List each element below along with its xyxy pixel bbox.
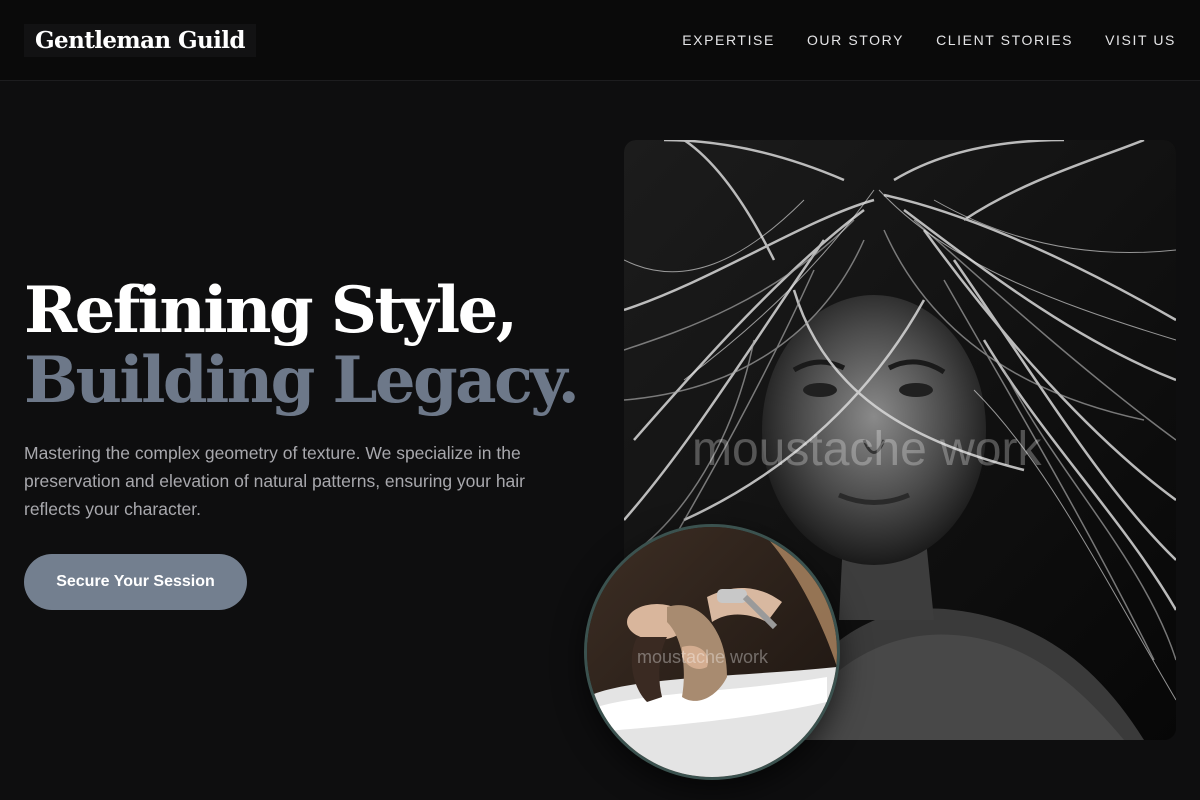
nav-link-our-story[interactable]: OUR STORY bbox=[807, 31, 904, 49]
hair-wash-image: moustache work bbox=[584, 524, 840, 780]
secure-session-button[interactable]: Secure Your Session bbox=[24, 554, 247, 610]
brand-logo[interactable]: Gentleman Guild bbox=[24, 24, 256, 57]
headline-line-2: Building Legacy. bbox=[24, 343, 580, 418]
hero-headline: Refining Style, Building Legacy. bbox=[24, 273, 580, 418]
nav-link-visit-us[interactable]: VISIT US bbox=[1105, 31, 1176, 49]
nav-link-client-stories[interactable]: CLIENT STORIES bbox=[936, 31, 1073, 49]
main-nav: EXPERTISE OUR STORY CLIENT STORIES VISIT… bbox=[682, 31, 1176, 49]
hair-wash-illustration bbox=[587, 527, 837, 777]
site-header: Gentleman Guild EXPERTISE OUR STORY CLIE… bbox=[0, 0, 1200, 81]
headline-line-1: Refining Style, bbox=[24, 273, 518, 348]
nav-link-expertise[interactable]: EXPERTISE bbox=[682, 31, 775, 49]
hero-description: Mastering the complex geometry of textur… bbox=[24, 443, 525, 519]
